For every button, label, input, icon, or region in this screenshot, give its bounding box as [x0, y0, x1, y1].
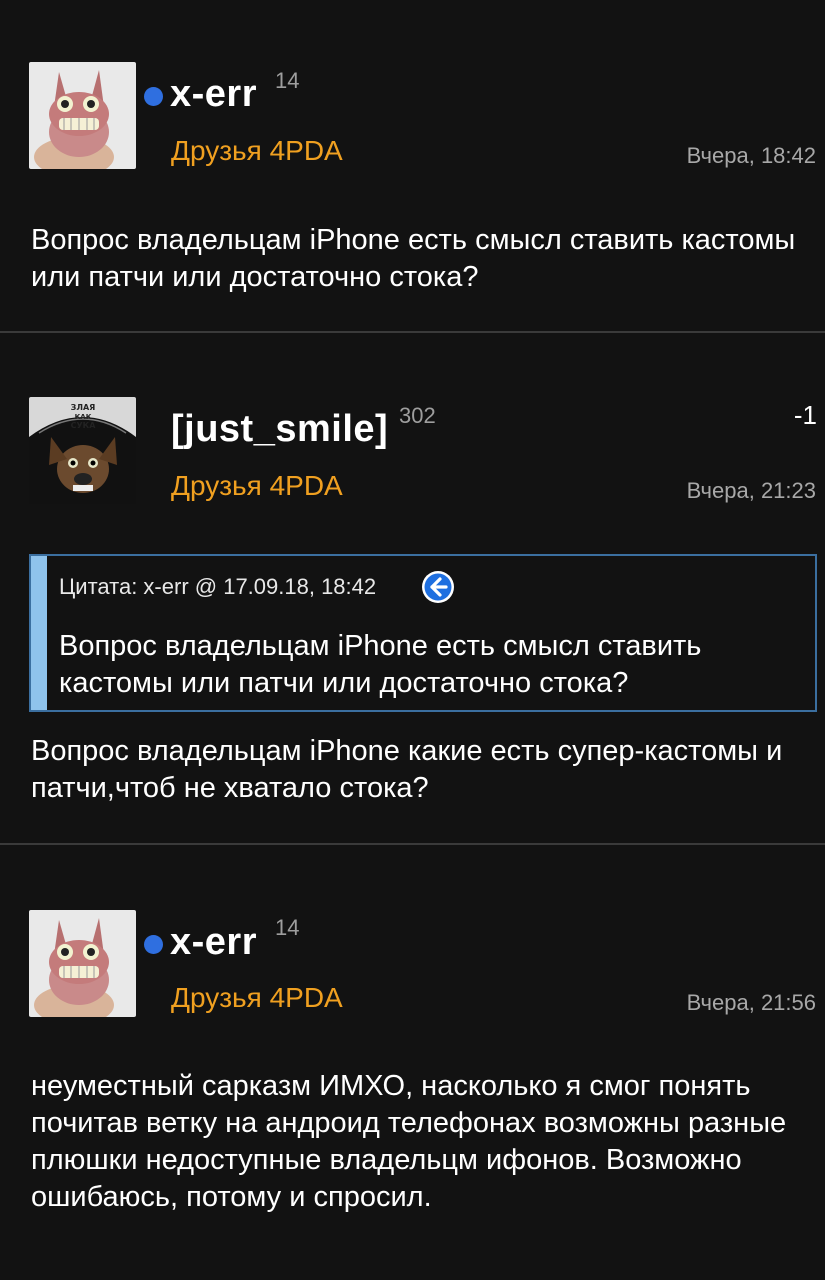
author-name[interactable]: x-err — [170, 73, 257, 116]
post-text: Вопрос владельцам iPhone есть смысл став… — [31, 224, 796, 293]
post-rating[interactable]: -1 — [794, 400, 817, 431]
reputation-count[interactable]: 14 — [275, 68, 299, 94]
svg-text:ЗЛАЯ: ЗЛАЯ — [71, 403, 96, 412]
svg-text:СУКА: СУКА — [71, 421, 97, 430]
post-divider — [0, 843, 825, 845]
post-date: Вчера, 21:23 — [686, 478, 816, 503]
user-group: Друзья 4PDA — [171, 982, 343, 1013]
post-text: Вопрос владельцам iPhone какие есть супе… — [31, 735, 783, 804]
post-date: Вчера, 18:42 — [686, 143, 816, 168]
quote-block: Цитата: x-err @ 17.09.18, 18:42 Вопрос в… — [29, 554, 817, 712]
online-dot-icon — [144, 935, 163, 954]
quote-bar — [31, 556, 47, 710]
user-avatar[interactable]: ЗЛАЯ КАК СУКА — [29, 397, 136, 504]
avatar-creature-image — [29, 62, 136, 169]
post-text: неуместный сарказм ИМХО, насколько я смо… — [31, 1070, 787, 1213]
user-avatar[interactable] — [29, 62, 136, 169]
quote-header: Цитата: x-err @ 17.09.18, 18:42 — [59, 574, 377, 599]
user-avatar[interactable] — [29, 910, 136, 1017]
avatar-creature-image — [29, 910, 136, 1017]
author-name[interactable]: [just_smile] — [171, 408, 388, 451]
user-group: Друзья 4PDA — [171, 470, 343, 501]
user-group: Друзья 4PDA — [171, 135, 343, 166]
post-date: Вчера, 21:56 — [686, 990, 816, 1015]
svg-text:КАК: КАК — [75, 413, 92, 421]
author-name[interactable]: x-err — [170, 921, 257, 964]
online-dot-icon — [144, 87, 163, 106]
arrow-left-circle-icon[interactable] — [421, 570, 455, 604]
reputation-count[interactable]: 302 — [399, 403, 436, 429]
post-divider — [0, 331, 825, 333]
avatar-dog-image: ЗЛАЯ КАК СУКА — [29, 397, 136, 504]
quote-text: Вопрос владельцам iPhone есть смысл став… — [59, 630, 702, 699]
reputation-count[interactable]: 14 — [275, 915, 299, 941]
